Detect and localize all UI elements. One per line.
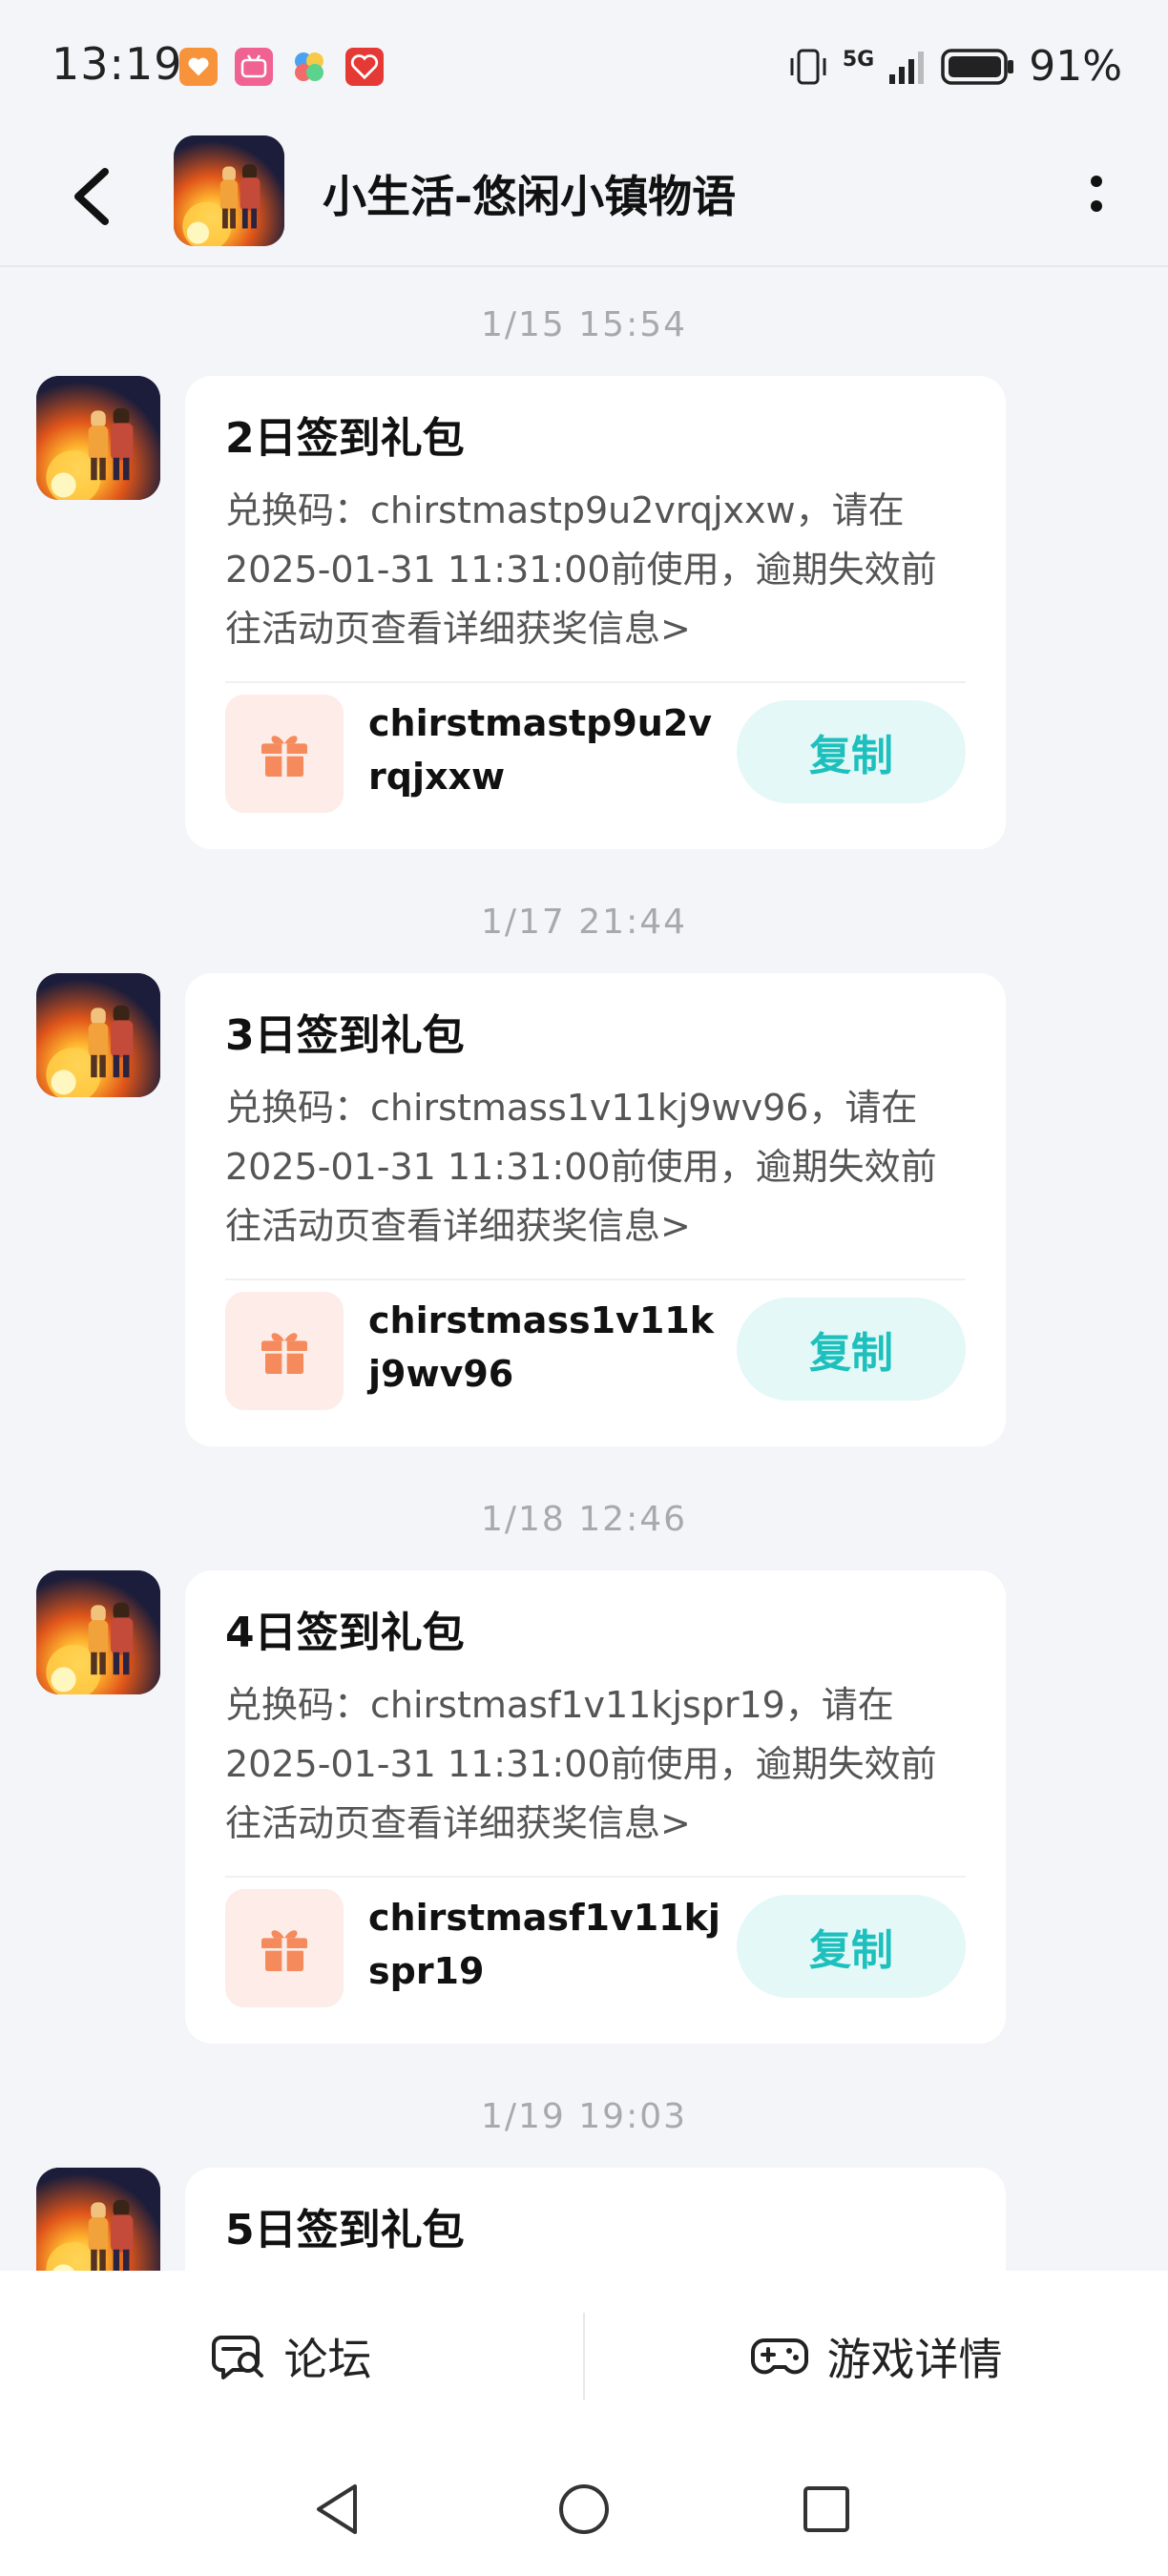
gift-title: 5日签到礼包 bbox=[225, 2206, 465, 2254]
back-arrow-icon[interactable] bbox=[57, 158, 134, 235]
status-bar: 13:19 5G 91% bbox=[0, 0, 1168, 134]
vibrate-icon bbox=[790, 49, 826, 84]
sender-avatar[interactable] bbox=[36, 1570, 160, 1694]
gift-code-row: chirstmastp9u2vrqjxxw 复制 bbox=[225, 695, 966, 813]
gift-message-card[interactable]: 3日签到礼包 兑换码：chirstmass1v11kj9wv96，请在2025-… bbox=[185, 973, 1006, 1446]
bottom-action-bar: 论坛 游戏详情 bbox=[0, 2271, 1168, 2442]
system-navigation-bar bbox=[0, 2442, 1168, 2576]
battery-percent: 91% bbox=[1029, 42, 1122, 91]
status-time: 13:19 bbox=[52, 38, 183, 90]
forum-label: 论坛 bbox=[283, 2334, 372, 2385]
gift-message-card[interactable]: 4日签到礼包 兑换码：chirstmasf1v11kjspr19，请在2025-… bbox=[185, 1570, 1006, 2044]
sender-avatar[interactable] bbox=[36, 973, 160, 1097]
gift-code: chirstmasf1v11kjspr19 bbox=[368, 1897, 720, 1992]
message-timestamp: 1/19 19:03 bbox=[480, 2097, 688, 2136]
network-type: 5G bbox=[842, 48, 875, 72]
gift-description[interactable]: 兑换码：chirstmasf1v11kjspr19，请在2025-01-31 1… bbox=[225, 1675, 966, 1853]
copy-button[interactable]: 复制 bbox=[737, 1895, 966, 1998]
notification-app-icons bbox=[179, 48, 384, 86]
gift-code-row: chirstmasf1v11kjspr19 复制 bbox=[225, 1889, 966, 2007]
status-indicators: 5G 91% bbox=[787, 42, 1122, 91]
game-avatar[interactable] bbox=[174, 135, 284, 246]
chat-header: 小生活-悠闲小镇物语 bbox=[0, 134, 1168, 267]
gift-title: 3日签到礼包 bbox=[225, 1011, 465, 1060]
gift-code: chirstmastp9u2vrqjxxw bbox=[368, 702, 713, 798]
gift-code: chirstmass1v11kj9wv96 bbox=[368, 1299, 714, 1395]
copy-button[interactable]: 复制 bbox=[737, 700, 966, 803]
message-timestamp: 1/15 15:54 bbox=[480, 305, 688, 344]
gift-message-card[interactable]: 5日签到礼包 bbox=[185, 2168, 1006, 2271]
gift-description[interactable]: 兑换码：chirstmass1v11kj9wv96，请在2025-01-31 1… bbox=[225, 1078, 966, 1256]
sender-avatar[interactable] bbox=[36, 2168, 160, 2271]
red-heart-app-icon bbox=[345, 48, 384, 86]
forum-tab[interactable]: 论坛 bbox=[0, 2271, 583, 2442]
gift-code-row: chirstmass1v11kj9wv96 复制 bbox=[225, 1292, 966, 1410]
gift-icon bbox=[225, 695, 344, 813]
gift-message-card[interactable]: 2日签到礼包 兑换码：chirstmastp9u2vrqjxxw，请在2025-… bbox=[185, 376, 1006, 849]
nav-back-icon[interactable] bbox=[305, 2475, 374, 2544]
divider bbox=[225, 681, 966, 683]
nav-home-icon[interactable] bbox=[550, 2475, 618, 2544]
gift-description[interactable]: 兑换码：chirstmastp9u2vrqjxxw，请在2025-01-31 1… bbox=[225, 481, 966, 658]
pinwheel-app-icon bbox=[290, 48, 328, 86]
orange-heart-app-icon bbox=[179, 48, 218, 86]
signal-icon bbox=[889, 51, 925, 84]
forum-chat-icon bbox=[211, 2336, 263, 2379]
gift-icon bbox=[225, 1292, 344, 1410]
gift-icon bbox=[225, 1889, 344, 2007]
message-feed[interactable]: 1/15 15:54 2日签到礼包 兑换码：chirstmastp9u2vrqj… bbox=[0, 267, 1168, 2271]
gift-title: 2日签到礼包 bbox=[225, 414, 465, 463]
message-timestamp: 1/17 21:44 bbox=[480, 903, 688, 942]
bilibili-icon bbox=[235, 48, 273, 86]
message-timestamp: 1/18 12:46 bbox=[480, 1500, 688, 1539]
game-detail-label: 游戏详情 bbox=[826, 2334, 1003, 2385]
nav-recents-icon[interactable] bbox=[792, 2475, 861, 2544]
divider bbox=[225, 1278, 966, 1280]
game-detail-tab[interactable]: 游戏详情 bbox=[585, 2271, 1168, 2442]
sender-avatar[interactable] bbox=[36, 376, 160, 500]
copy-button[interactable]: 复制 bbox=[737, 1298, 966, 1401]
battery-icon bbox=[941, 48, 1014, 85]
gamepad-icon bbox=[750, 2338, 808, 2375]
page-title: 小生活-悠闲小镇物语 bbox=[323, 171, 737, 222]
more-options-icon[interactable] bbox=[1063, 160, 1130, 227]
gift-title: 4日签到礼包 bbox=[225, 1609, 465, 1657]
divider bbox=[225, 1876, 966, 1878]
